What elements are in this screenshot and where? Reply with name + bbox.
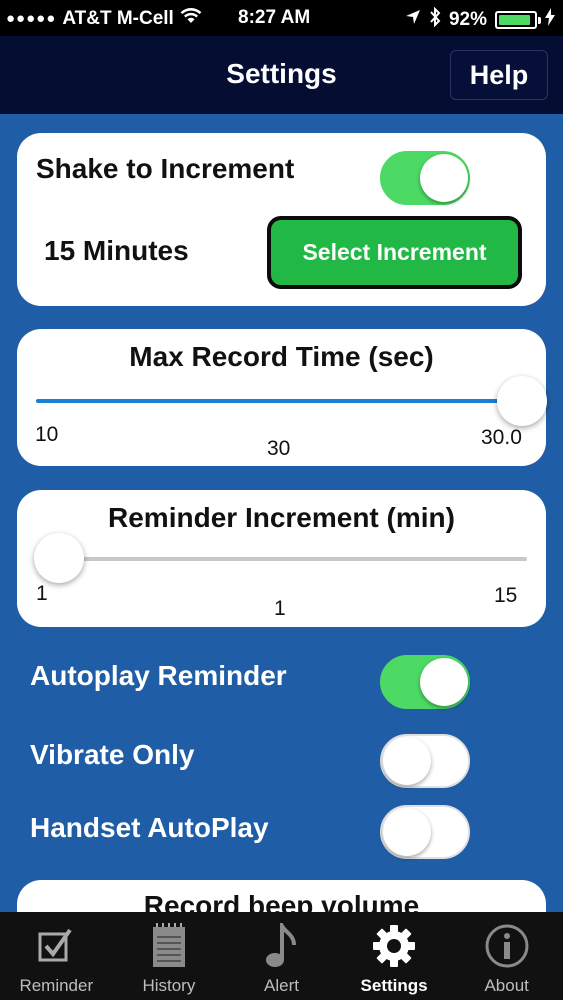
increment-value: 15 Minutes: [44, 235, 189, 266]
battery-level-fill: [499, 15, 531, 25]
reminder-increment-card: Reminder Increment (min) 1 1 15: [17, 490, 546, 627]
shake-to-increment-label: Shake to Increment: [36, 153, 295, 184]
tab-label: Settings: [360, 976, 428, 995]
tab-label: Reminder: [19, 976, 94, 995]
music-note-icon: [257, 922, 305, 970]
tab-about[interactable]: About: [450, 912, 563, 1000]
tab-history[interactable]: History: [113, 912, 226, 1000]
carrier-name: AT&T M-Cell: [62, 7, 174, 29]
battery-icon: [495, 11, 541, 29]
vibrate-only-label: Vibrate Only: [30, 739, 195, 770]
reminder-increment-title: Reminder Increment (min): [108, 502, 455, 533]
select-increment-button[interactable]: Select Increment: [267, 216, 522, 289]
charging-bolt-icon: [545, 8, 555, 32]
tab-reminder[interactable]: Reminder: [0, 912, 113, 1000]
max-record-slider-thumb[interactable]: [497, 376, 547, 426]
vibrate-only-toggle[interactable]: [380, 734, 470, 788]
handset-autoplay-toggle[interactable]: [380, 805, 470, 859]
checkbox-icon: [32, 922, 80, 970]
tab-label: About: [484, 976, 529, 995]
max-record-slider-fill: [36, 399, 522, 403]
tab-label: History: [142, 976, 196, 995]
bluetooth-icon: [429, 6, 441, 33]
help-button[interactable]: Help: [450, 50, 548, 100]
battery-percentage: 92%: [448, 9, 487, 30]
navigation-bar: Settings Help: [0, 36, 563, 114]
tab-label: Alert: [264, 976, 299, 995]
info-icon: [483, 922, 531, 970]
location-arrow-icon: [405, 9, 421, 31]
handset-autoplay-label: Handset AutoPlay: [30, 812, 269, 843]
reminder-increment-slider-track[interactable]: [36, 557, 527, 561]
tab-bar: Reminder History Alert Settings About: [0, 912, 563, 1000]
toggle-knob: [383, 808, 431, 856]
max-record-time-title: Max Record Time (sec): [129, 341, 434, 372]
gear-icon: [370, 922, 418, 970]
toggle-knob: [420, 658, 468, 706]
reminder-increment-slider-thumb[interactable]: [34, 533, 84, 583]
autoplay-reminder-label: Autoplay Reminder: [30, 660, 287, 691]
reminder-increment-current-value: 1: [274, 597, 286, 620]
max-record-current-value: 30: [267, 437, 291, 460]
max-record-min-label: 10: [35, 423, 59, 446]
shake-increment-card: Shake to Increment 15 Minutes Select Inc…: [17, 133, 546, 306]
shake-to-increment-toggle[interactable]: [380, 151, 470, 205]
toggle-knob: [383, 737, 431, 785]
max-record-max-label: 30.0: [481, 426, 522, 449]
tab-settings[interactable]: Settings: [338, 912, 451, 1000]
clock: 8:27 AM: [238, 7, 311, 28]
signal-strength-icon: ●●●●●: [6, 10, 57, 27]
tab-alert[interactable]: Alert: [225, 912, 338, 1000]
autoplay-reminder-toggle[interactable]: [380, 655, 470, 709]
reminder-increment-min-label: 1: [36, 582, 48, 605]
status-bar: ●●●●● AT&T M-Cell 8:27 AM 92%: [0, 0, 563, 36]
toggle-knob: [420, 154, 468, 202]
notepad-icon: [145, 922, 193, 970]
wifi-icon: [180, 7, 202, 30]
max-record-time-card: Max Record Time (sec) 10 30 30.0: [17, 329, 547, 466]
reminder-increment-max-label: 15: [494, 584, 518, 607]
